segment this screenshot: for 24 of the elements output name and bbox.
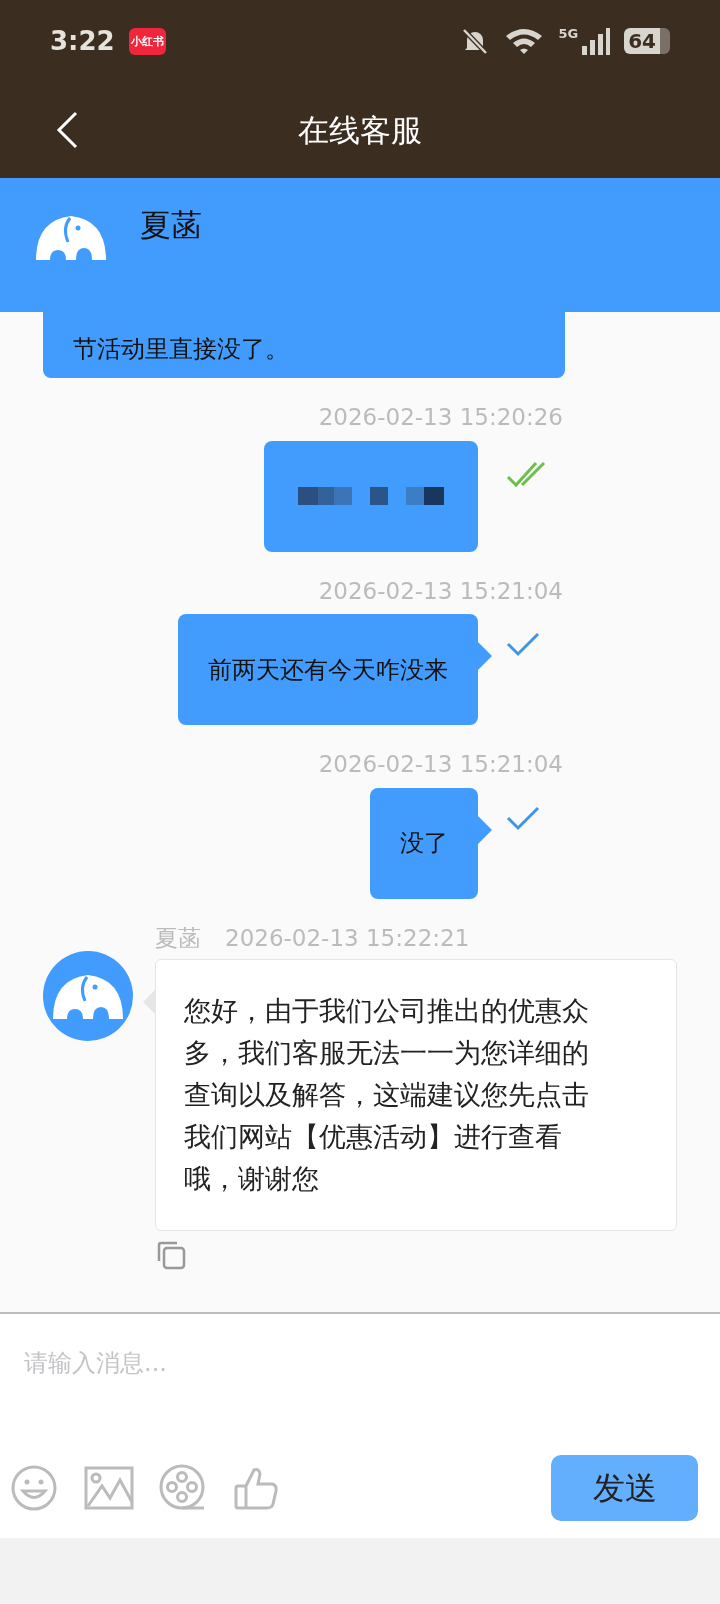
- message-time: 2026-02-13 15:20:26: [318, 403, 563, 432]
- message-time: 2026-02-13 15:21:04: [318, 750, 563, 779]
- sender-name: 夏菡: [155, 923, 201, 953]
- bubble-tail: [478, 815, 492, 844]
- agent-name: 夏菡: [140, 206, 202, 245]
- signal-icon: [580, 26, 611, 56]
- status-time: 3:22: [50, 24, 115, 58]
- app-badge: 小红书: [128, 27, 166, 55]
- wifi-icon: [504, 26, 545, 56]
- page-title: 在线客服: [298, 110, 422, 150]
- battery-level: 64: [624, 28, 670, 54]
- bubble-tail: [478, 642, 492, 670]
- message-bubble: 前两天还有今天咋没来: [178, 614, 478, 725]
- elephant-avatar-icon: [43, 950, 133, 1041]
- message-input[interactable]: 请输入消息...: [0, 1312, 720, 1452]
- image-button[interactable]: [84, 1464, 134, 1512]
- message-time: 2026-02-13 15:21:04: [318, 576, 563, 606]
- message-bubble: 没了: [370, 787, 478, 899]
- copy-button[interactable]: [155, 1239, 187, 1271]
- message-bubble: 您好，由于我们公司推出的优惠众多，我们客服无法一一为您详细的查询以及解答，这端建议您先点击我们网站【优惠活动】进行查看哦，谢谢您: [155, 959, 677, 1231]
- message-bubble: 节活动里直接没了。: [43, 312, 565, 378]
- network-label: 5G: [558, 25, 579, 43]
- message-time: 2026-02-13 15:22:21: [225, 923, 470, 953]
- send-button[interactable]: 发送: [551, 1455, 698, 1521]
